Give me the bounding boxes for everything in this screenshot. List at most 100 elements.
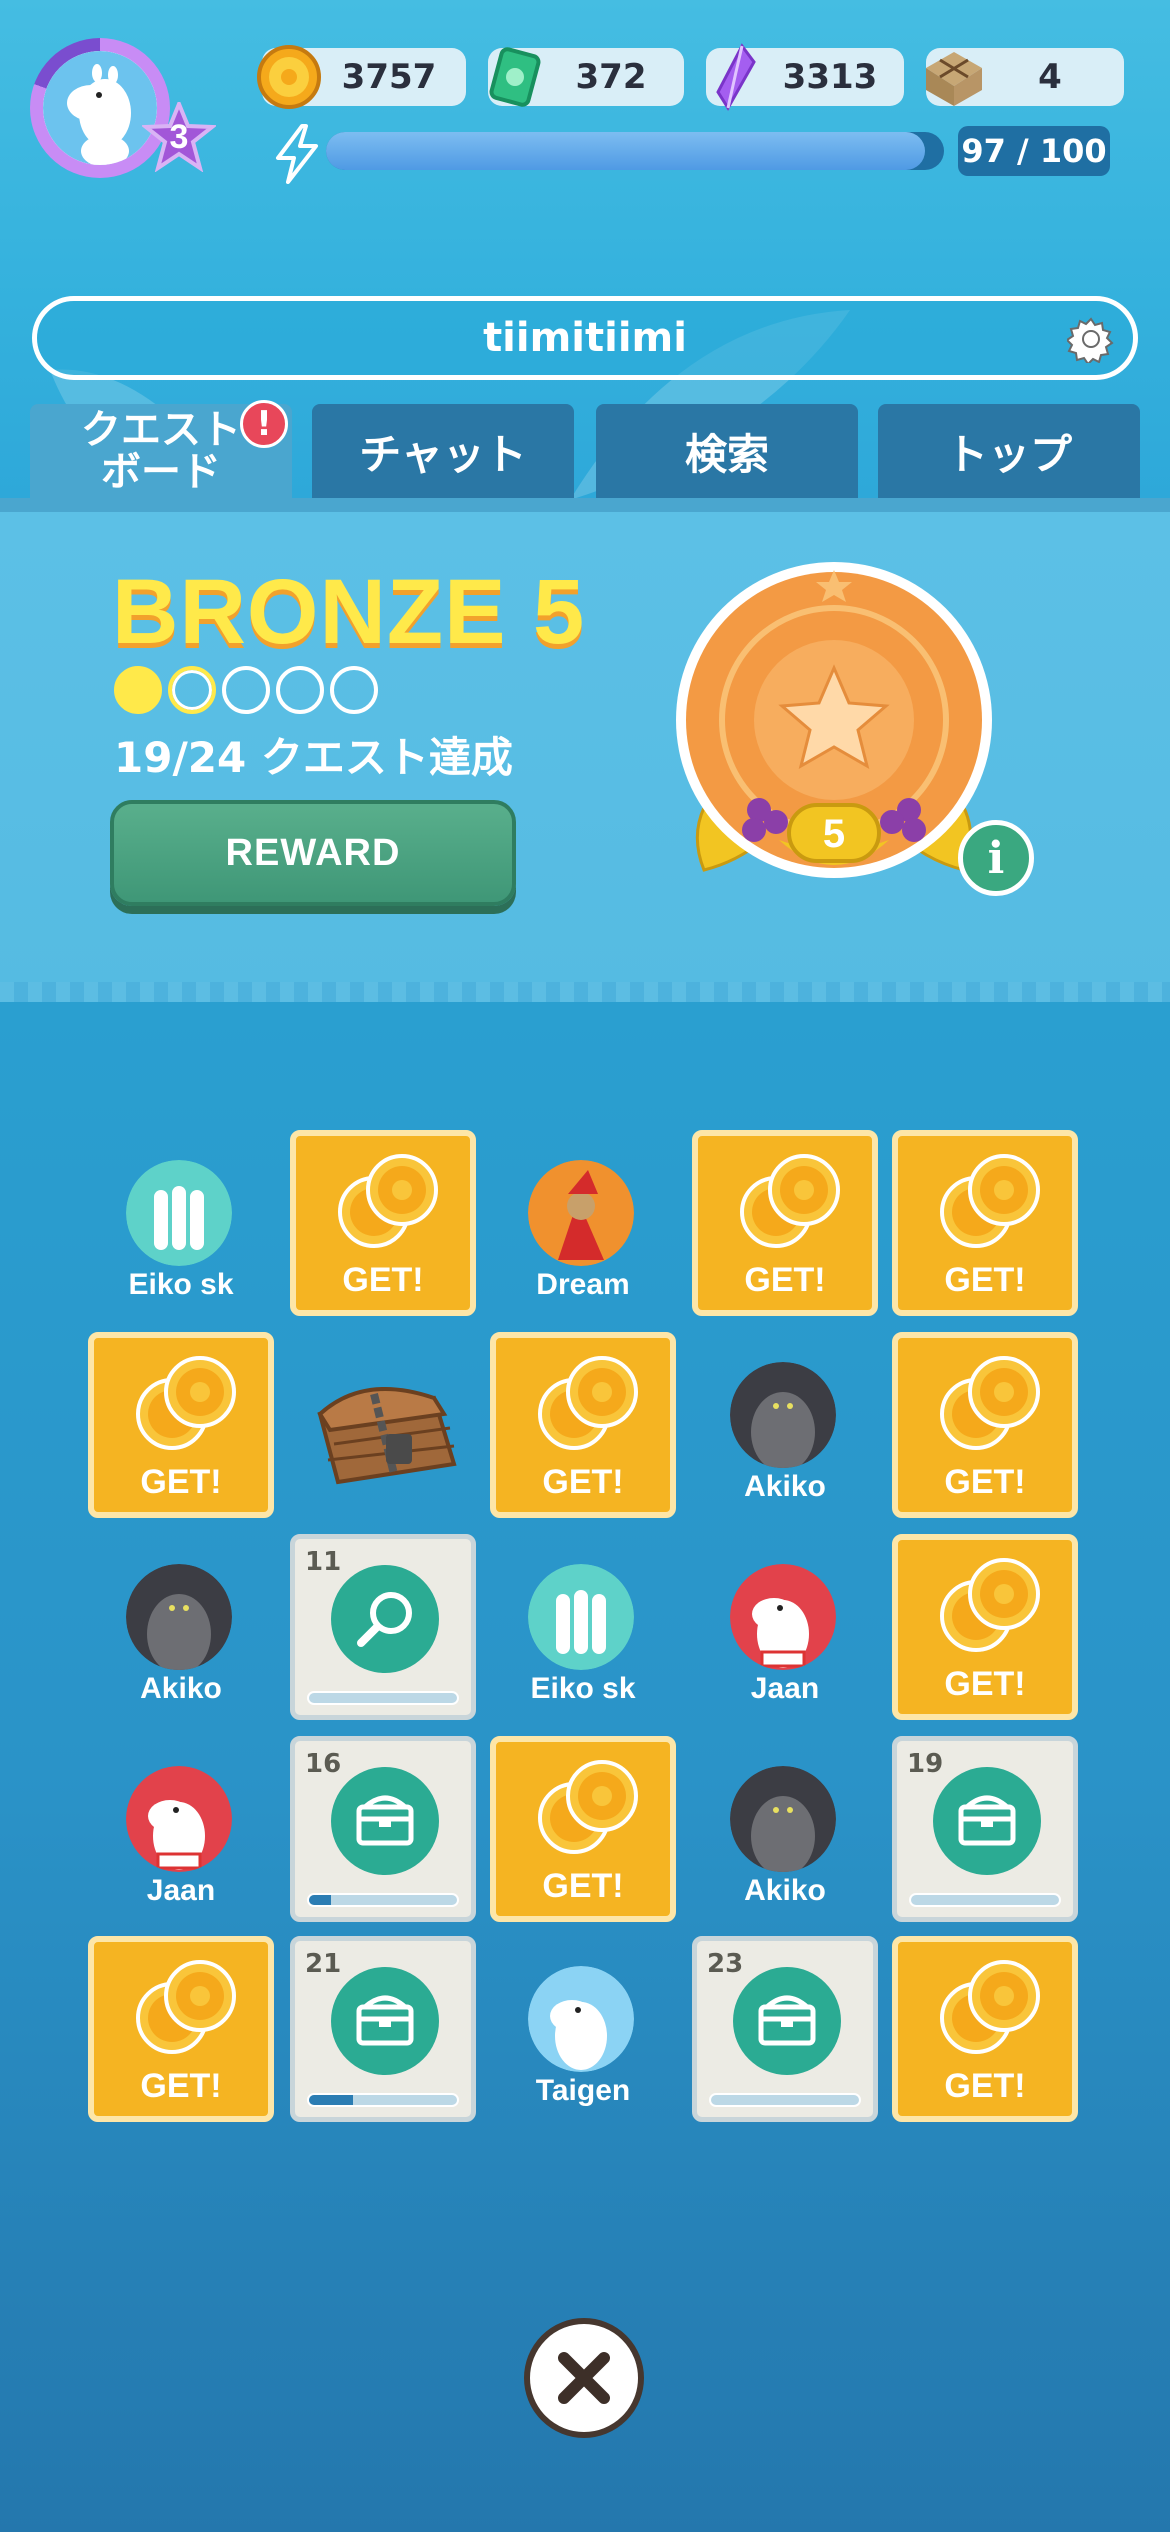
coin-reward-tile[interactable]: GET! [88,1332,274,1518]
player-tile[interactable]: Eiko sk [88,1130,274,1316]
coin-reward-tile[interactable]: GET! [892,1936,1078,2122]
player-name: Taigen [535,2074,631,2107]
get-label: GET! [542,1463,624,1501]
coin-reward-tile[interactable]: GET! [692,1130,878,1316]
quest-icon [733,1967,841,2075]
ticket-value: 372 [575,57,647,97]
crystal-value: 3313 [782,57,878,97]
player-avatar [528,1564,634,1670]
info-button[interactable]: i [958,820,1034,896]
quest-icon [933,1767,1041,1875]
quest-tile[interactable]: 11 [290,1534,476,1720]
close-button[interactable] [524,2318,644,2438]
quest-progress-bar [307,1893,459,1907]
tab-quest-board-line1: クエスト [81,407,241,453]
player-tile[interactable]: Jaan [692,1534,878,1720]
quest-tile[interactable]: 16 [290,1736,476,1922]
tab-search[interactable]: 検索 [596,404,858,498]
coin-reward-tile[interactable]: GET! [892,1332,1078,1518]
rank-panel-edge [0,982,1170,1002]
player-name: Akiko [744,1874,826,1907]
player-name: Akiko [140,1672,222,1705]
coins-icon [538,1760,638,1854]
player-avatar [730,1564,836,1670]
coin-reward-tile[interactable]: GET! [892,1130,1078,1316]
parcel-counter[interactable]: 4 [926,48,1124,106]
tab-top[interactable]: トップ [878,404,1140,498]
hattifattener-avatar-icon [528,1564,634,1670]
coin-value: 3757 [341,57,437,97]
player-avatar [126,1564,232,1670]
player-avatar [730,1766,836,1872]
player-name: Dream [536,1268,630,1301]
coins-icon [940,1960,1040,2054]
player-name: Eiko sk [128,1268,234,1301]
rank-title: BRONZE 5 [112,561,586,663]
rank-dot [168,666,216,714]
quest-progress-bar [709,2093,861,2107]
ticket-counter[interactable]: 372 [488,47,684,107]
player-avatar [528,1966,634,2072]
locked-chest-icon [317,1387,457,1485]
get-label: GET! [140,2067,222,2105]
coin-counter[interactable]: 3757 [257,45,466,109]
gear-icon[interactable] [1067,315,1115,363]
coin-reward-tile[interactable]: GET! [88,1936,274,2122]
player-name: Jaan [750,1672,820,1705]
quest-progress-fill [309,2095,354,2105]
coin-reward-tile[interactable]: GET! [290,1130,476,1316]
player-tile[interactable]: Akiko [692,1332,878,1518]
get-label: GET! [744,1261,826,1299]
coins-icon [338,1154,438,1248]
energy-bolt-icon [276,124,318,184]
crystal-counter[interactable]: 3313 [706,43,904,111]
player-tile[interactable]: Akiko [88,1534,274,1720]
quest-tile[interactable]: 19 [892,1736,1078,1922]
quest-progress-text: 19/24 クエスト達成 [114,733,513,782]
level-badge: 3 [142,102,216,172]
reward-button[interactable]: REWARD [110,800,516,906]
energy-value: 97 / 100 [958,126,1110,176]
parcel-icon [926,52,982,106]
quest-tile[interactable]: 23 [692,1936,878,2122]
player-tile[interactable]: Taigen [490,1936,676,2122]
coins-icon [538,1356,638,1450]
player-name: Jaan [146,1874,216,1907]
locked-chest-tile[interactable] [290,1332,476,1518]
quest-progress-bar [307,1691,459,1705]
tab-alert-badge: ! [240,400,288,448]
coins-icon [940,1154,1040,1248]
coin-reward-tile[interactable]: GET! [490,1332,676,1518]
groke-avatar-icon [126,1564,232,1670]
tab-search-label: 検索 [684,429,769,479]
crystal-icon [716,43,756,111]
player-name: Eiko sk [530,1672,636,1705]
player-tile[interactable]: Jaan [88,1736,274,1922]
tab-chat[interactable]: チャット [312,404,574,498]
magnifier-icon [357,1592,412,1647]
tab-chat-label: チャット [359,429,527,479]
coins-icon [136,1356,236,1450]
hattifattener-avatar-icon [126,1160,232,1266]
player-tile[interactable]: Dream [490,1130,676,1316]
quest-tile[interactable]: 21 [290,1936,476,2122]
coins-icon [940,1356,1040,1450]
rank-progress-dots [114,666,378,714]
player-avatar [730,1362,836,1468]
quest-icon [331,1967,439,2075]
search-input[interactable]: tiimitiimi [32,296,1138,380]
player-tile[interactable]: Akiko [692,1736,878,1922]
get-label: GET! [542,1867,624,1905]
coin-reward-tile[interactable]: GET! [892,1534,1078,1720]
player-tile[interactable]: Eiko sk [490,1534,676,1720]
quest-icon [331,1767,439,1875]
moomin-avatar-icon [43,51,157,165]
energy-bar [326,132,944,170]
rank-dot [330,666,378,714]
quest-progress-bar [909,1893,1061,1907]
avatar-image [43,51,157,165]
parcel-value: 4 [1038,57,1062,97]
stinky-avatar-icon [528,1160,634,1266]
coin-reward-tile[interactable]: GET! [490,1736,676,1922]
get-label: GET! [342,1261,424,1299]
